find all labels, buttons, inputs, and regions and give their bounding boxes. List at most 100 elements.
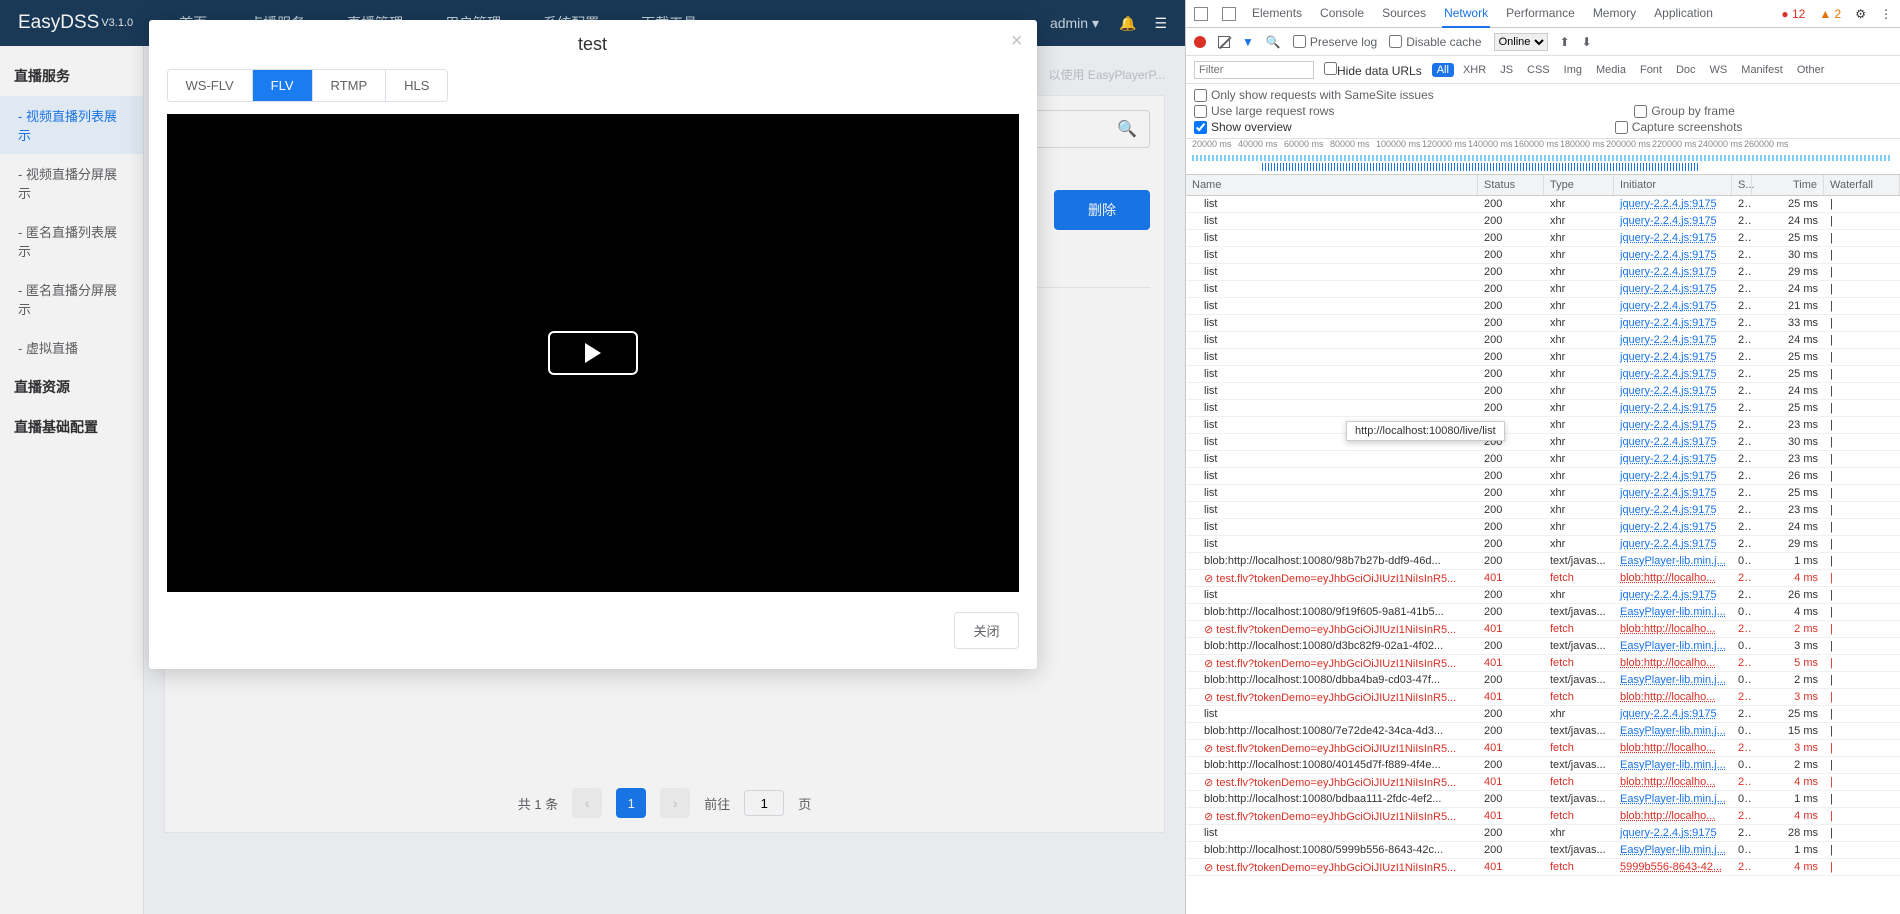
network-row[interactable]: list200xhrjquery-2.2.4.js:91752...25 ms| <box>1186 485 1900 502</box>
network-row[interactable]: list200xhrjquery-2.2.4.js:91752...25 ms| <box>1186 349 1900 366</box>
network-row[interactable]: blob:http://localhost:10080/d3bc82f9-02a… <box>1186 638 1900 655</box>
opt-group[interactable]: Group by frame <box>1634 104 1734 118</box>
download-icon[interactable]: ⬇ <box>1582 35 1592 49</box>
close-icon[interactable]: × <box>1011 30 1023 53</box>
opt-overview[interactable]: Show overview <box>1194 120 1292 134</box>
opt-capture[interactable]: Capture screenshots <box>1615 120 1743 134</box>
network-row[interactable]: list200xhrjquery-2.2.4.js:91752...30 ms| <box>1186 247 1900 264</box>
filter-pill-media[interactable]: Media <box>1591 63 1631 77</box>
modal-title: test <box>167 34 1019 55</box>
network-row[interactable]: blob:http://localhost:10080/9f19f605-9a8… <box>1186 604 1900 621</box>
opt-samesite[interactable]: Only show requests with SameSite issues <box>1194 88 1892 102</box>
network-row[interactable]: list200xhrjquery-2.2.4.js:91752...26 ms| <box>1186 468 1900 485</box>
filter-pill-css[interactable]: CSS <box>1522 63 1555 77</box>
network-row[interactable]: list200xhrjquery-2.2.4.js:91752...29 ms| <box>1186 536 1900 553</box>
network-row[interactable]: blob:http://localhost:10080/98b7b27b-ddf… <box>1186 553 1900 570</box>
network-row[interactable]: ⊘ test.flv?tokenDemo=eyJhbGciOiJIUzI1NiI… <box>1186 689 1900 706</box>
video-player[interactable] <box>167 114 1019 592</box>
filter-pill-manifest[interactable]: Manifest <box>1736 63 1788 77</box>
device-icon[interactable] <box>1222 7 1236 21</box>
network-row[interactable]: list200xhrjquery-2.2.4.js:91752...24 ms| <box>1186 383 1900 400</box>
network-row[interactable]: ⊘ test.flv?tokenDemo=eyJhbGciOiJIUzI1NiI… <box>1186 740 1900 757</box>
devtools-tabs: Elements Console Sources Network Performance… <box>1186 0 1900 28</box>
format-tab-ws-flv[interactable]: WS-FLV <box>168 70 253 101</box>
devtools-tab-memory[interactable]: Memory <box>1591 0 1638 28</box>
network-row[interactable]: list200xhrjquery-2.2.4.js:91752...23 ms| <box>1186 451 1900 468</box>
devtools-tab-sources[interactable]: Sources <box>1380 0 1428 28</box>
video-modal: × test WS-FLVFLVRTMPHLS 关闭 <box>149 20 1037 669</box>
opt-large[interactable]: Use large request rows <box>1194 104 1334 118</box>
filter-pill-doc[interactable]: Doc <box>1671 63 1701 77</box>
network-row[interactable]: ⊘ test.flv?tokenDemo=eyJhbGciOiJIUzI1NiI… <box>1186 774 1900 791</box>
network-timeline[interactable]: 20000 ms40000 ms60000 ms80000 ms100000 m… <box>1186 139 1900 175</box>
network-row[interactable]: list200xhrjquery-2.2.4.js:91752...24 ms| <box>1186 519 1900 536</box>
network-row[interactable]: ⊘ test.flv?tokenDemo=eyJhbGciOiJIUzI1NiI… <box>1186 570 1900 587</box>
play-icon <box>585 343 601 363</box>
format-tabs: WS-FLVFLVRTMPHLS <box>167 69 449 102</box>
network-row[interactable]: list200xhrjquery-2.2.4.js:91752...24 ms| <box>1186 332 1900 349</box>
network-row[interactable]: list200xhrjquery-2.2.4.js:91752...25 ms| <box>1186 230 1900 247</box>
network-row[interactable]: ⊘ test.flv?tokenDemo=eyJhbGciOiJIUzI1NiI… <box>1186 808 1900 825</box>
throttle-select[interactable]: Online <box>1494 33 1548 51</box>
hide-urls[interactable]: Hide data URLs <box>1324 62 1422 78</box>
network-row[interactable]: list200xhrjquery-2.2.4.js:91752...23 ms| <box>1186 502 1900 519</box>
network-row[interactable]: blob:http://localhost:10080/7e72de42-34c… <box>1186 723 1900 740</box>
network-row[interactable]: blob:http://localhost:10080/5999b556-864… <box>1186 842 1900 859</box>
upload-icon[interactable]: ⬆ <box>1560 35 1570 49</box>
network-row[interactable]: blob:http://localhost:10080/dbba4ba9-cd0… <box>1186 672 1900 689</box>
devtools-tab-performance[interactable]: Performance <box>1504 0 1577 28</box>
format-tab-flv[interactable]: FLV <box>253 70 313 101</box>
settings-icon[interactable]: ⚙ <box>1855 7 1866 21</box>
filter-pill-other[interactable]: Other <box>1792 63 1830 77</box>
record-icon[interactable] <box>1194 36 1206 48</box>
filter-pill-js[interactable]: JS <box>1495 63 1518 77</box>
format-tab-hls[interactable]: HLS <box>386 70 447 101</box>
network-options: Only show requests with SameSite issues … <box>1186 84 1900 139</box>
network-row[interactable]: ⊘ test.flv?tokenDemo=eyJhbGciOiJIUzI1NiI… <box>1186 859 1900 876</box>
modal-backdrop: × test WS-FLVFLVRTMPHLS 关闭 <box>0 0 1185 914</box>
network-filter-bar: Hide data URLs All XHR JS CSS Img Media Font Do… <box>1186 56 1900 84</box>
network-row[interactable]: list200xhrjquery-2.2.4.js:91752...25 ms| <box>1186 400 1900 417</box>
filter-pill-font[interactable]: Font <box>1635 63 1667 77</box>
search-icon[interactable]: 🔍 <box>1266 35 1281 49</box>
more-icon[interactable]: ⋮ <box>1880 7 1892 21</box>
warn-count[interactable]: ▲ 2 <box>1819 7 1841 21</box>
network-row[interactable]: list200xhrjquery-2.2.4.js:91752...21 ms| <box>1186 298 1900 315</box>
filter-pill-xhr[interactable]: XHR <box>1458 63 1491 77</box>
play-button[interactable] <box>548 331 638 375</box>
devtools-tab-console[interactable]: Console <box>1318 0 1366 28</box>
network-row[interactable]: blob:http://localhost:10080/bdbaa111-2fd… <box>1186 791 1900 808</box>
disable-cache[interactable]: Disable cache <box>1389 35 1481 49</box>
devtools-tab-elements[interactable]: Elements <box>1250 0 1304 28</box>
network-toolbar: ▼ 🔍 Preserve log Disable cache Online ⬆ … <box>1186 28 1900 56</box>
network-row[interactable]: list200xhrjquery-2.2.4.js:91752...25 ms| <box>1186 366 1900 383</box>
devtools-panel: Elements Console Sources Network Performance… <box>1185 0 1900 914</box>
network-row[interactable]: list200xhrjquery-2.2.4.js:91752...24 ms| <box>1186 281 1900 298</box>
error-count[interactable]: ● 12 <box>1781 7 1805 21</box>
network-row[interactable]: list200xhrjquery-2.2.4.js:91752...26 ms| <box>1186 587 1900 604</box>
filter-icon[interactable]: ▼ <box>1242 35 1254 49</box>
network-columns: Name Status Type Initiator S... Time Wat… <box>1186 175 1900 196</box>
network-row[interactable]: list200xhrjquery-2.2.4.js:91752...29 ms| <box>1186 264 1900 281</box>
network-row[interactable]: ⊘ test.flv?tokenDemo=eyJhbGciOiJIUzI1NiI… <box>1186 655 1900 672</box>
filter-pill-img[interactable]: Img <box>1559 63 1587 77</box>
filter-pill-all[interactable]: All <box>1432 63 1454 77</box>
network-row[interactable]: list200xhrjquery-2.2.4.js:91752...33 ms| <box>1186 315 1900 332</box>
inspect-icon[interactable] <box>1194 7 1208 21</box>
format-tab-rtmp[interactable]: RTMP <box>313 70 387 101</box>
network-row[interactable]: ⊘ test.flv?tokenDemo=eyJhbGciOiJIUzI1NiI… <box>1186 621 1900 638</box>
devtools-tab-application[interactable]: Application <box>1652 0 1715 28</box>
filter-pill-ws[interactable]: WS <box>1705 63 1733 77</box>
network-row[interactable]: list200xhrjquery-2.2.4.js:91752...25 ms| <box>1186 706 1900 723</box>
network-row[interactable]: blob:http://localhost:10080/40145d7f-f88… <box>1186 757 1900 774</box>
network-row[interactable]: listxhrjquery-2.2.4.js:91752...23 ms| <box>1186 417 1900 434</box>
preserve-log[interactable]: Preserve log <box>1293 35 1377 49</box>
network-row[interactable]: list200xhrjquery-2.2.4.js:91752...25 ms| <box>1186 196 1900 213</box>
network-row[interactable]: list200xhrjquery-2.2.4.js:91752...30 ms| <box>1186 434 1900 451</box>
network-row[interactable]: list200xhrjquery-2.2.4.js:91752...28 ms| <box>1186 825 1900 842</box>
filter-input[interactable] <box>1194 61 1314 79</box>
clear-icon[interactable] <box>1218 36 1230 48</box>
devtools-tab-network[interactable]: Network <box>1442 0 1490 28</box>
modal-close-button[interactable]: 关闭 <box>954 612 1018 649</box>
network-row[interactable]: list200xhrjquery-2.2.4.js:91752...24 ms| <box>1186 213 1900 230</box>
